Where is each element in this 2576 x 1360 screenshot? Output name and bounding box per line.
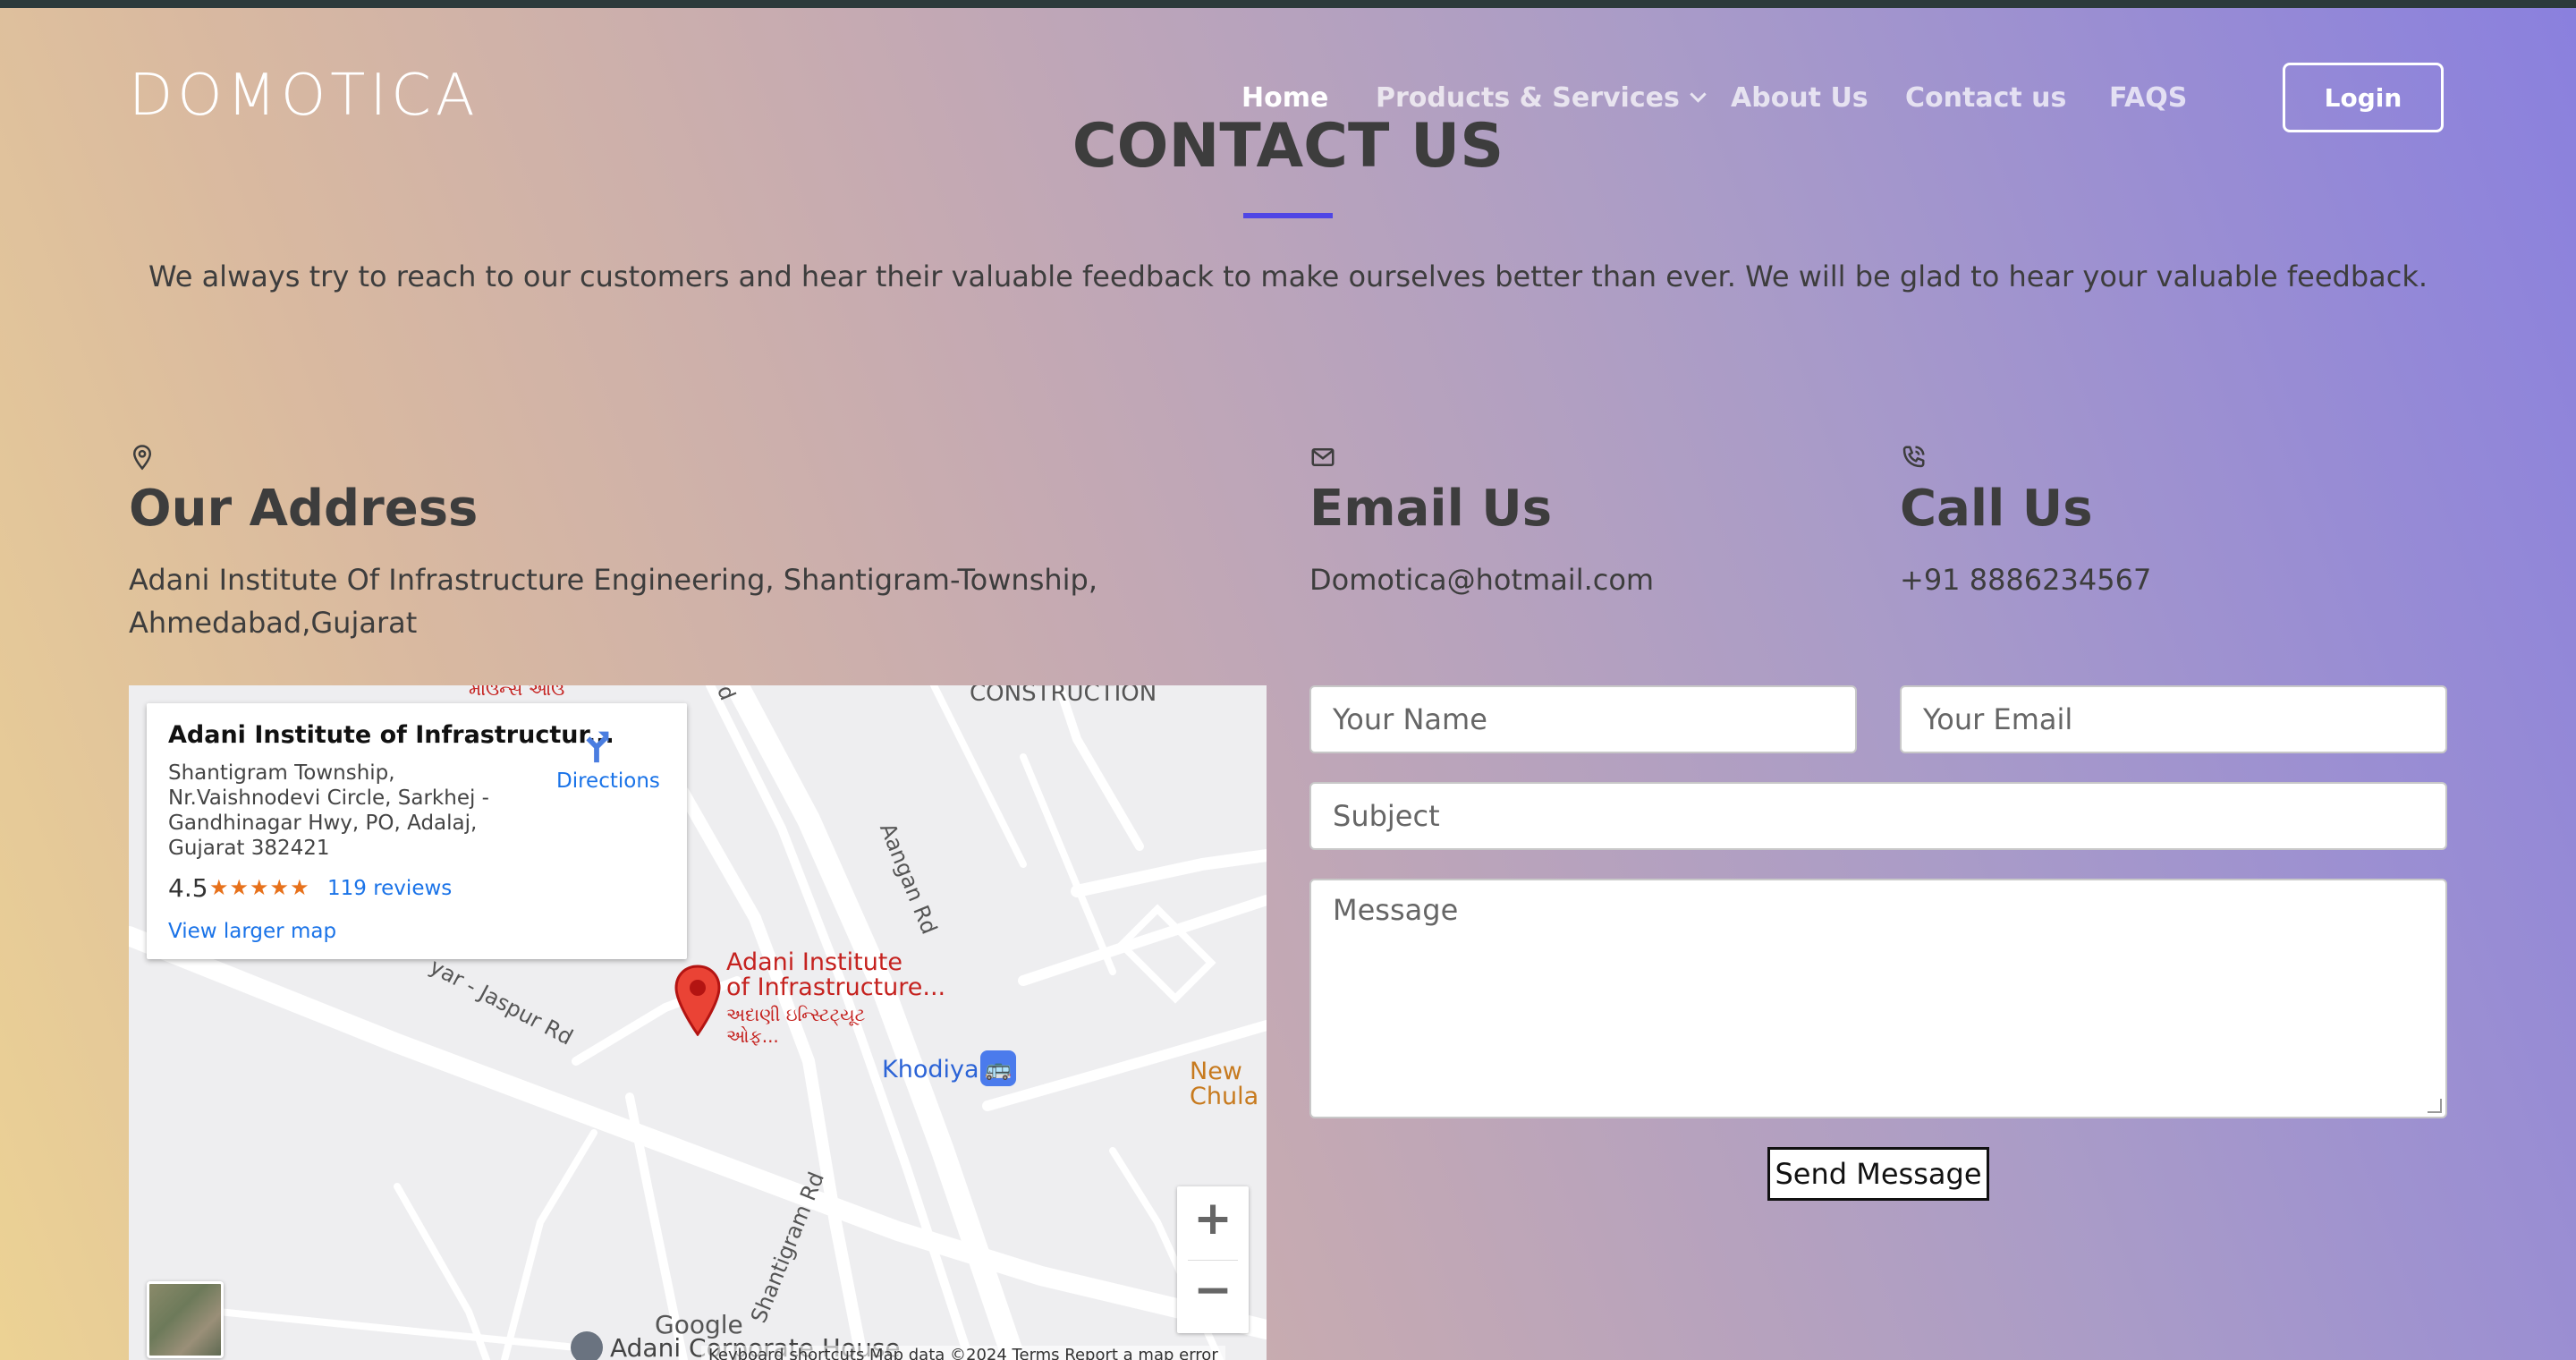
address-text: Adani Institute Of Infrastructure Engine… (129, 558, 1202, 644)
map-footer-links[interactable]: Keyboard shortcuts Map data ©2024 Terms … (701, 1346, 1225, 1360)
chevron-down-icon (1690, 86, 1707, 103)
place-name[interactable]: Adani Institute of Infrastructure... (726, 950, 945, 1000)
nav-products-label: Products & Services (1376, 82, 1680, 114)
map-label-new-chula[interactable]: New Chula C (1190, 1059, 1267, 1109)
address-line-2: Ahmedabad,Gujarat (129, 606, 418, 640)
bus-stop-icon[interactable]: 🚌 (980, 1050, 1016, 1086)
name-input[interactable]: Your Name (1309, 685, 1857, 753)
message-placeholder: Message (1333, 893, 1459, 927)
email-value: Domotica@hotmail.com (1309, 563, 1655, 597)
nav-contact-us[interactable]: Contact us (1905, 82, 2066, 114)
message-textarea[interactable]: Message (1309, 879, 2447, 1118)
email-title: Email Us (1309, 480, 1553, 538)
new-chula-line-2: Chula C (1190, 1083, 1267, 1110)
top-strip (0, 0, 2576, 8)
envelope-icon (1311, 448, 1335, 466)
map-marker-icon[interactable] (673, 965, 723, 1036)
place-sub-line-1: અદાણી ઇન્સ્ટિટ્યૂટ (726, 1004, 866, 1025)
location-pin-icon (132, 445, 152, 471)
page-title: CONTACT US (1072, 111, 1504, 182)
nav-about-us[interactable]: About Us (1731, 82, 1868, 114)
reviews-link[interactable]: 119 reviews (327, 877, 452, 900)
zoom-divider (1188, 1260, 1238, 1261)
place-card-address: Shantigram Township, Nr.Vaishnodevi Circ… (168, 761, 489, 860)
send-message-button[interactable]: Send Message (1767, 1147, 1989, 1201)
map-label-khodiyar[interactable]: Khodiyar (882, 1056, 989, 1084)
place-info-card: Adani Institute of Infrastructur... Shan… (147, 703, 687, 959)
zoom-out-button[interactable]: − (1177, 1263, 1249, 1317)
rating-stars-icon: ★★★★★ (209, 875, 310, 900)
satellite-toggle-thumbnail[interactable] (147, 1281, 224, 1358)
map-label-construction: CONSTRUCTION (970, 685, 1157, 707)
directions-icon[interactable] (576, 725, 617, 766)
phone-value: +91 8886234567 (1900, 563, 2152, 597)
place-card-title: Adani Institute of Infrastructur... (168, 721, 614, 749)
nav-products-services[interactable]: Products & Services (1376, 82, 1707, 114)
subject-input[interactable]: Subject (1309, 782, 2447, 850)
view-larger-map-link[interactable]: View larger map (168, 920, 336, 943)
place-name-local: અદાણી ઇન્સ્ટિટ્યૂટ ઓફ... (726, 1004, 865, 1047)
phone-icon (1902, 446, 1925, 468)
place-name-line-2: of Infrastructure... (726, 973, 946, 1001)
nav-faqs[interactable]: FAQS (2109, 82, 2187, 114)
place-card-rating: 4.5 (168, 873, 208, 903)
google-logo: Google (655, 1310, 743, 1339)
map-zoom-control: + − (1177, 1186, 1249, 1333)
directions-link[interactable]: Directions (556, 769, 660, 793)
zoom-in-button[interactable]: + (1177, 1192, 1249, 1245)
place-name-line-1: Adani Institute (726, 948, 903, 976)
address-line-1: Adani Institute Of Infrastructure Engine… (129, 563, 1098, 597)
map-label-top: માઉન્સ આઉ (469, 685, 565, 700)
email-input[interactable]: Your Email (1900, 685, 2447, 753)
phone-title: Call Us (1900, 480, 2093, 538)
place-sub-line-2: ઓફ... (726, 1025, 779, 1047)
intro-text: We always try to reach to our customers … (148, 259, 2428, 293)
title-underline (1243, 213, 1333, 218)
address-title: Our Address (129, 480, 479, 538)
resize-handle-icon[interactable] (2428, 1099, 2442, 1113)
new-chula-line-1: New (1190, 1058, 1242, 1085)
embedded-map[interactable]: CONSTRUCTION માઉન્સ આઉ Aangan Rd yar - J… (129, 685, 1267, 1360)
nav-home[interactable]: Home (1241, 82, 1328, 114)
